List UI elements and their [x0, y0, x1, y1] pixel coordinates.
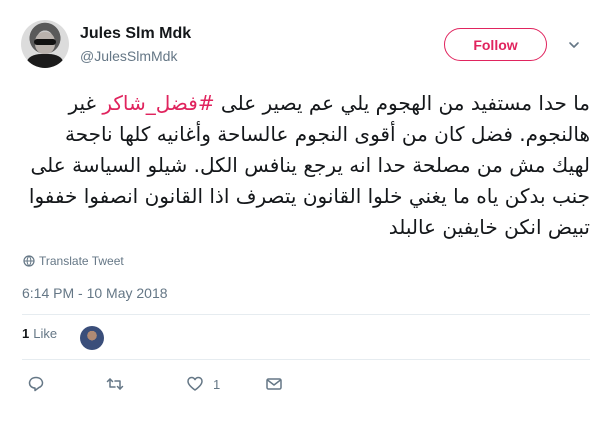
follow-button[interactable]: Follow — [444, 28, 547, 61]
tweet-text-before: ما حدا مستفيد من الهجوم يلي عم يصير على — [214, 91, 590, 115]
likes-stat[interactable]: 1 Like — [22, 326, 57, 341]
like-count: 1 — [213, 376, 221, 392]
hashtag-link[interactable]: #فضل_شاكر — [102, 91, 214, 115]
tweet-text: ما حدا مستفيد من الهجوم يلي عم يصير على … — [22, 88, 590, 243]
translate-tweet-link[interactable]: Translate Tweet — [23, 254, 124, 268]
author-handle[interactable]: @JulesSlmMdk — [80, 48, 177, 64]
likes-count: 1 — [22, 326, 30, 341]
globe-icon — [23, 255, 35, 267]
divider — [22, 314, 590, 315]
liker-avatar[interactable] — [80, 326, 104, 350]
author-avatar[interactable] — [21, 20, 69, 68]
reply-icon — [28, 376, 44, 392]
retweet-icon — [106, 378, 124, 390]
like-button[interactable]: 1 — [186, 374, 220, 394]
tweet-timestamp[interactable]: 6:14 PM - 10 May 2018 — [22, 285, 168, 301]
envelope-icon — [266, 378, 282, 390]
likes-label: Like — [33, 326, 58, 341]
heart-icon — [187, 376, 203, 391]
translate-label: Translate Tweet — [39, 254, 124, 268]
direct-message-button[interactable] — [265, 374, 283, 394]
chevron-down-icon[interactable] — [567, 38, 581, 52]
divider — [22, 359, 590, 360]
reply-button[interactable] — [27, 374, 45, 394]
retweet-button[interactable] — [106, 374, 124, 394]
author-name[interactable]: Jules Slm Mdk — [80, 25, 191, 43]
